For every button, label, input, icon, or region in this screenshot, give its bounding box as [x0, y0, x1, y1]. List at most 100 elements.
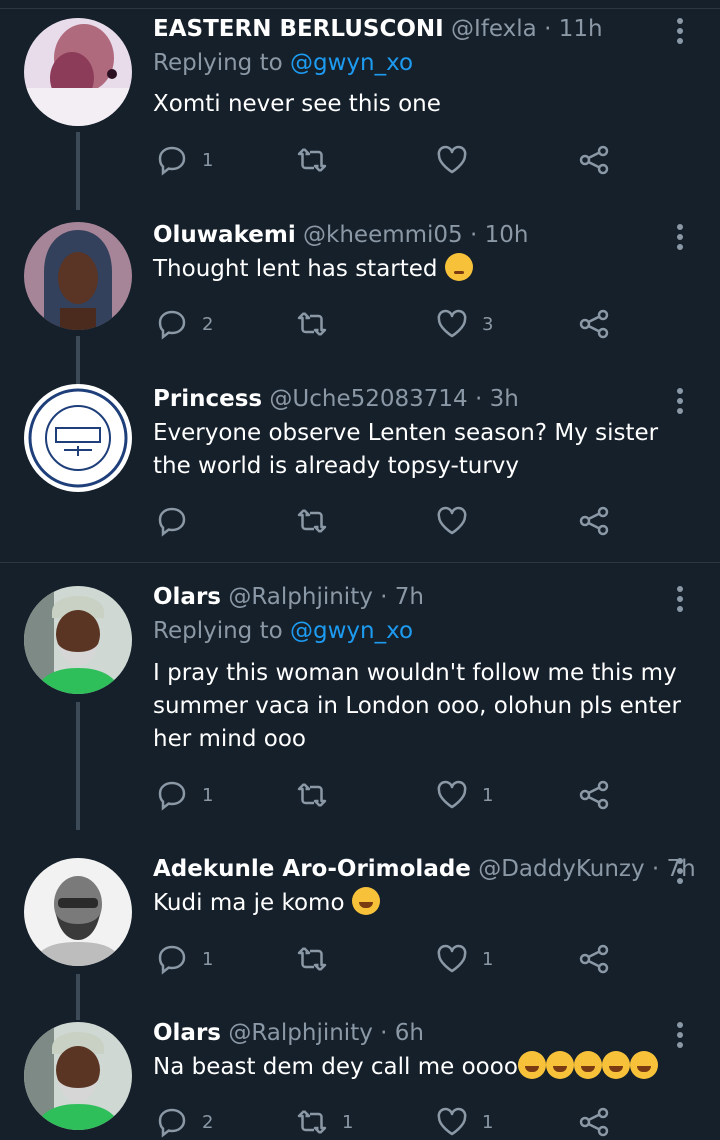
- heart-icon: [437, 309, 467, 338]
- retweet-button[interactable]: [296, 777, 342, 813]
- separator-dot: ·: [544, 16, 552, 42]
- tweet-text-body: Kudi ma je komo: [153, 890, 345, 916]
- timestamp[interactable]: 3h: [490, 386, 519, 412]
- user-handle[interactable]: @Uche52083714: [269, 386, 467, 412]
- display-name[interactable]: EASTERN BERLUSCONI: [153, 16, 444, 42]
- thread-divider: [0, 562, 720, 563]
- retweet-icon: [297, 1110, 327, 1134]
- replying-to: Replying to @gwyn_xo: [153, 618, 413, 644]
- action-bar: 1 1: [153, 941, 673, 977]
- tweet-text-body: Thought lent has started: [153, 256, 438, 282]
- separator-dot: ·: [651, 856, 660, 882]
- zany-face-emoji-icon: [601, 1051, 630, 1079]
- user-handle[interactable]: @Ralphjinity: [228, 1020, 373, 1046]
- like-count: 1: [482, 948, 494, 970]
- display-name[interactable]: Oluwakemi: [153, 222, 296, 248]
- like-button[interactable]: [436, 142, 482, 178]
- share-icon: [579, 1107, 609, 1137]
- action-bar: 2 3: [153, 306, 673, 342]
- top-divider: [0, 0, 720, 9]
- reply-button[interactable]: 1: [156, 142, 213, 178]
- reply-count: 1: [202, 149, 214, 171]
- replying-to-handle[interactable]: @gwyn_xo: [290, 50, 413, 76]
- retweet-count: 1: [342, 1111, 354, 1133]
- action-bar: 1: [153, 142, 673, 178]
- rolling-laughing-emoji-icon: [517, 1051, 546, 1079]
- like-count: 1: [482, 1111, 494, 1133]
- retweet-icon: [297, 509, 327, 533]
- thinking-face-emoji-icon: [444, 253, 473, 281]
- reply-count: 1: [202, 948, 214, 970]
- reply-button[interactable]: 1: [156, 941, 213, 977]
- timestamp[interactable]: 10h: [485, 222, 529, 248]
- display-name[interactable]: Princess: [153, 386, 262, 412]
- share-icon: [579, 944, 609, 974]
- thread-line: [76, 702, 80, 830]
- tweet-header: Olars @Ralphjinity · 6h: [153, 1016, 424, 1050]
- retweet-icon: [297, 148, 327, 172]
- share-button[interactable]: [578, 503, 610, 539]
- replying-to-handle[interactable]: @gwyn_xo: [290, 618, 413, 644]
- display-name[interactable]: Olars: [153, 1020, 221, 1046]
- more-options-icon[interactable]: [670, 858, 690, 888]
- reply-icon: [158, 310, 186, 340]
- display-name[interactable]: Adekunle Aro-Orimolade: [153, 856, 471, 882]
- avatar[interactable]: [24, 858, 132, 966]
- avatar[interactable]: [24, 1022, 132, 1130]
- share-button[interactable]: [578, 1104, 610, 1140]
- tweet-text-body: Na beast dem dey call me oooo: [153, 1054, 518, 1080]
- like-count: 3: [482, 313, 494, 335]
- reply-button[interactable]: [156, 503, 202, 539]
- user-handle[interactable]: @DaddyKunzy: [478, 856, 644, 882]
- like-button[interactable]: 1: [436, 777, 493, 813]
- reply-count: 2: [202, 1111, 214, 1133]
- more-options-icon[interactable]: [670, 1022, 690, 1052]
- retweet-button[interactable]: 1: [296, 1104, 353, 1140]
- separator-dot: ·: [470, 222, 478, 248]
- like-button[interactable]: [436, 503, 482, 539]
- tweet-header: Oluwakemi @kheemmi05 · 10h: [153, 218, 528, 252]
- share-button[interactable]: [578, 941, 610, 977]
- more-options-icon[interactable]: [670, 586, 690, 616]
- avatar[interactable]: [24, 384, 132, 492]
- avatar[interactable]: [24, 18, 132, 126]
- like-button[interactable]: 3: [436, 306, 493, 342]
- avatar[interactable]: [24, 586, 132, 694]
- more-options-icon[interactable]: [670, 224, 690, 254]
- tweet-header: EASTERN BERLUSCONI @Ifexla · 11h: [153, 12, 603, 46]
- reply-count: 2: [202, 313, 214, 335]
- like-button[interactable]: 1: [436, 1104, 493, 1140]
- user-handle[interactable]: @kheemmi05: [303, 222, 463, 248]
- zany-face-emoji-icon: [573, 1051, 602, 1079]
- heart-icon: [437, 145, 467, 174]
- user-handle[interactable]: @Ifexla: [451, 16, 537, 42]
- tweet-text: Everyone observe Lenten season? My siste…: [153, 420, 659, 479]
- retweet-button[interactable]: [296, 142, 342, 178]
- reply-button[interactable]: 1: [156, 777, 213, 813]
- heart-icon: [437, 1107, 467, 1136]
- user-handle[interactable]: @Ralphjinity: [228, 584, 373, 610]
- replying-to-label: Replying to: [153, 50, 290, 76]
- more-options-icon[interactable]: [670, 388, 690, 418]
- share-button[interactable]: [578, 306, 610, 342]
- timestamp[interactable]: 11h: [559, 16, 603, 42]
- more-options-icon[interactable]: [670, 18, 690, 48]
- timestamp[interactable]: 7h: [395, 584, 424, 610]
- like-button[interactable]: 1: [436, 941, 493, 977]
- retweet-button[interactable]: [296, 503, 342, 539]
- retweet-button[interactable]: [296, 306, 342, 342]
- like-count: 1: [482, 784, 494, 806]
- rolling-laughing-emoji-icon: [545, 1051, 574, 1079]
- reply-icon: [158, 507, 186, 537]
- retweet-button[interactable]: [296, 941, 342, 977]
- reply-button[interactable]: 2: [156, 1104, 213, 1140]
- separator-dot: ·: [380, 584, 388, 610]
- avatar[interactable]: [24, 222, 132, 330]
- share-button[interactable]: [578, 142, 610, 178]
- tweet-header: Adekunle Aro-Orimolade @DaddyKunzy · 7h: [153, 852, 696, 886]
- timestamp[interactable]: 6h: [395, 1020, 424, 1046]
- display-name[interactable]: Olars: [153, 584, 221, 610]
- retweet-icon: [297, 783, 327, 807]
- share-button[interactable]: [578, 777, 610, 813]
- reply-button[interactable]: 2: [156, 306, 213, 342]
